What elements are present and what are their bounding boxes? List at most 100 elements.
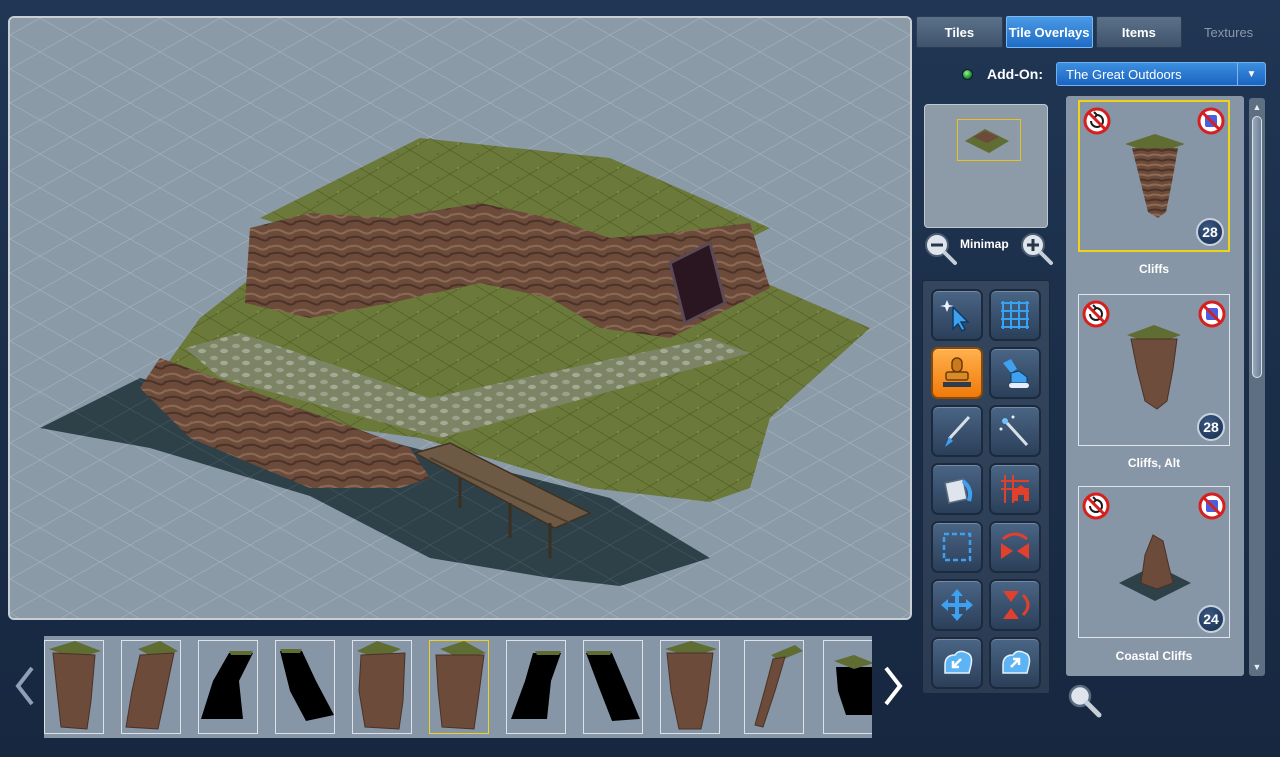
reset-rotation-icon[interactable] [1082, 300, 1110, 328]
variant-thumbnail[interactable] [44, 640, 104, 734]
variant-thumbnail-selected[interactable] [429, 640, 489, 734]
zoom-in-icon [1021, 233, 1053, 265]
select-tool-button[interactable] [931, 289, 983, 341]
stamp-tool-button[interactable] [931, 347, 983, 399]
tool-panel [922, 280, 1050, 694]
brush-tool-button[interactable] [931, 405, 983, 457]
filmstrip-prev-button[interactable] [10, 660, 38, 712]
variant-filmstrip[interactable] [44, 636, 872, 738]
cliff-variant-preview [435, 641, 486, 730]
export-icon [1002, 650, 1031, 674]
variant-thumbnail[interactable] [275, 640, 335, 734]
shadow-variant-preview [201, 651, 253, 719]
asset-card-cliffs-alt[interactable]: 28 [1078, 294, 1230, 446]
map-canvas[interactable] [10, 18, 910, 618]
zoom-out-icon [925, 233, 957, 265]
chevron-down-icon: ▼ [1237, 63, 1265, 85]
shadow-variant-preview [511, 651, 561, 719]
variant-thumbnail[interactable] [506, 640, 566, 734]
fill-bucket-tool-button[interactable] [931, 463, 983, 515]
paint-bucket-icon [944, 478, 973, 504]
excavator-tool-button[interactable] [989, 347, 1041, 399]
flip-horizontal-icon [1001, 532, 1029, 559]
variant-thumbnail[interactable] [198, 640, 258, 734]
asset-label: Coastal Cliffs [1115, 649, 1193, 663]
asset-card-coastal-cliffs[interactable]: 24 [1078, 486, 1230, 638]
minimap-label: Minimap [960, 237, 1009, 251]
addon-status-indicator [962, 69, 973, 80]
randomize-dice-icon[interactable] [1198, 492, 1226, 520]
tab-items[interactable]: Items [1095, 16, 1183, 48]
move-tool-button[interactable] [931, 579, 983, 631]
minimap[interactable] [924, 104, 1048, 228]
grid-tool-button[interactable] [989, 289, 1041, 341]
marquee-select-icon [942, 532, 972, 562]
stamp-icon [943, 357, 971, 387]
variant-thumbnail[interactable] [660, 640, 720, 734]
chevron-left-icon [15, 666, 34, 706]
shadow-variant-preview [586, 651, 640, 721]
reset-rotation-icon[interactable] [1083, 107, 1111, 135]
excavator-icon [1003, 359, 1029, 388]
grid-icon [1001, 301, 1029, 329]
scroll-down-arrow-icon[interactable]: ▼ [1249, 660, 1265, 674]
import-icon [944, 650, 973, 674]
minimap-viewport-frame[interactable] [957, 119, 1021, 161]
variant-thumbnail[interactable] [121, 640, 181, 734]
tab-bar: Tiles Tile Overlays Items Textures [916, 16, 1272, 48]
randomize-dice-icon[interactable] [1197, 107, 1225, 135]
flip-vertical-icon [1003, 591, 1030, 619]
cliff-thin-variant-preview [754, 645, 803, 728]
variant-count-badge: 24 [1197, 605, 1225, 633]
cliff-variant-preview [357, 641, 406, 730]
asset-label: Cliffs [1139, 262, 1169, 276]
search-button[interactable] [1064, 680, 1104, 720]
import-tool-button[interactable] [931, 637, 983, 689]
cliff-variant-preview [49, 641, 101, 730]
chevron-right-icon [884, 666, 903, 706]
variant-count-badge: 28 [1197, 413, 1225, 441]
zoom-out-button[interactable] [922, 230, 958, 266]
magic-wand-tool-button[interactable] [989, 405, 1041, 457]
addon-selected-value: The Great Outdoors [1066, 67, 1182, 82]
variant-thumbnail[interactable] [352, 640, 412, 734]
search-icon [1068, 684, 1102, 718]
map-viewport[interactable] [8, 16, 912, 620]
magic-wand-icon [999, 415, 1029, 447]
asset-card-cliffs[interactable]: 28 [1078, 100, 1230, 252]
brush-icon [945, 415, 971, 447]
cursor-sparkle-icon [940, 300, 970, 333]
asset-list-scrollbar[interactable]: ▲ ▼ [1249, 98, 1265, 676]
cliff-variant-preview [665, 641, 717, 730]
asset-list[interactable]: 28 Cliffs 28 Cliffs, Alt 24 Coastal Clif… [1066, 96, 1244, 676]
tab-tiles[interactable]: Tiles [916, 16, 1003, 48]
randomize-dice-icon[interactable] [1198, 300, 1226, 328]
cliff-preview [1125, 134, 1185, 218]
variant-count-badge: 28 [1196, 218, 1224, 246]
variant-thumbnail[interactable] [583, 640, 643, 734]
shadow-variant-preview [280, 649, 334, 721]
filmstrip-next-button[interactable] [880, 660, 908, 712]
flip-vertical-tool-button[interactable] [989, 579, 1041, 631]
shadow-partial-variant-preview [834, 655, 872, 715]
cliff-preview [1127, 325, 1181, 410]
scroll-up-arrow-icon[interactable]: ▲ [1249, 100, 1265, 114]
variant-thumbnail[interactable] [744, 640, 804, 734]
grid-house-tool-button[interactable] [989, 463, 1041, 515]
variant-thumbnail[interactable] [823, 640, 872, 734]
zoom-in-button[interactable] [1018, 230, 1054, 266]
addon-label: Add-On: [987, 66, 1043, 82]
coastal-cliff-preview [1119, 534, 1191, 601]
asset-label: Cliffs, Alt [1127, 456, 1181, 470]
addon-dropdown[interactable]: The Great Outdoors ▼ [1056, 62, 1266, 86]
cliff-variant-preview [125, 641, 178, 730]
tab-tile-overlays[interactable]: Tile Overlays [1005, 16, 1093, 48]
tab-textures[interactable]: Textures [1185, 16, 1272, 48]
flip-horizontal-tool-button[interactable] [989, 521, 1041, 573]
marquee-tool-button[interactable] [931, 521, 983, 573]
reset-rotation-icon[interactable] [1082, 492, 1110, 520]
scrollbar-thumb[interactable] [1252, 116, 1262, 378]
export-tool-button[interactable] [989, 637, 1041, 689]
move-arrows-icon [941, 589, 973, 621]
grid-house-icon [1001, 475, 1029, 503]
